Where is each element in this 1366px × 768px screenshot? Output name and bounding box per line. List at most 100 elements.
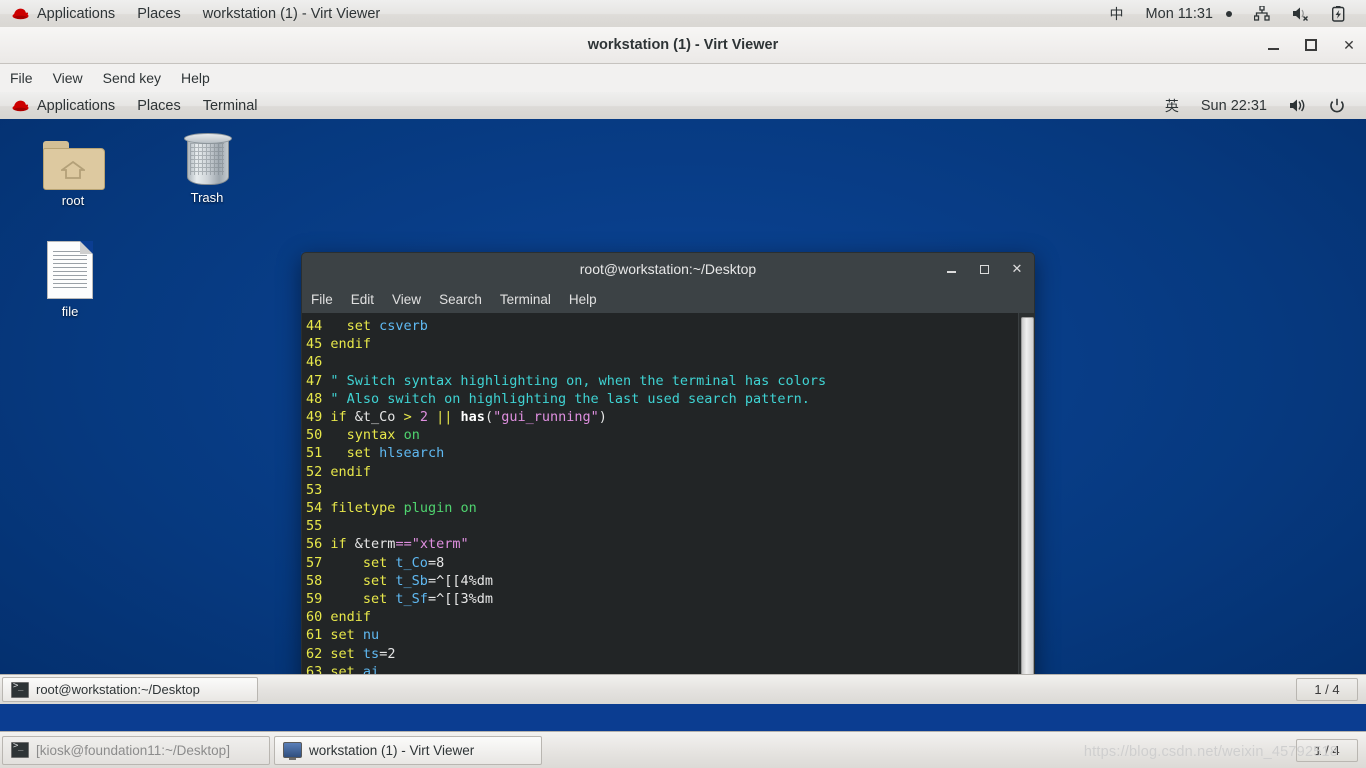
vim-token: =8: [427, 554, 445, 571]
virt-viewer-titlebar[interactable]: workstation (1) - Virt Viewer ✕: [0, 27, 1366, 64]
vim-line-number: 57: [306, 554, 323, 571]
terminal-title: root@workstation:~/Desktop: [579, 261, 757, 277]
vim-token: ==: [395, 536, 412, 553]
guest-clock[interactable]: Sun 22:31: [1190, 92, 1278, 119]
vim-line-number: 59: [306, 591, 323, 608]
vim-token: set: [362, 591, 396, 608]
host-taskbar-item-kiosk-terminal[interactable]: [kiosk@foundation11:~/Desktop]: [2, 735, 270, 765]
menu-help[interactable]: Help: [171, 64, 220, 92]
vim-line: 54 filetype plugin on: [306, 499, 1018, 517]
host-window-title[interactable]: workstation (1) - Virt Viewer: [192, 0, 392, 27]
vim-token: set: [346, 318, 380, 334]
notification-dot-icon: [1226, 10, 1232, 17]
host-input-method[interactable]: 中: [1099, 0, 1135, 27]
terminal-close-button[interactable]: ✕: [1010, 261, 1024, 276]
vim-line-number: 58: [306, 572, 323, 589]
terminal-titlebar[interactable]: root@workstation:~/Desktop ✕: [301, 252, 1035, 285]
host-places-menu[interactable]: Places: [126, 0, 192, 27]
terminal-window-buttons: ✕: [944, 253, 1024, 285]
terminal-menu-search[interactable]: Search: [430, 285, 491, 313]
vim-line: 46: [306, 353, 1018, 371]
vim-line: 59 set t_Sf=^[[3%dm: [306, 590, 1018, 608]
terminal-window: root@workstation:~/Desktop ✕ File Edit V…: [301, 252, 1035, 704]
vim-line-number: 55: [306, 518, 323, 535]
vim-token: &t_Co: [346, 409, 404, 426]
terminal-menu-help[interactable]: Help: [560, 285, 606, 313]
close-button[interactable]: ✕: [1340, 36, 1358, 54]
vim-token: ||: [436, 409, 453, 426]
vim-token: set: [330, 645, 363, 662]
terminal-menu-file[interactable]: File: [302, 285, 342, 313]
host-top-panel: Applications Places workstation (1) - Vi…: [0, 0, 1366, 28]
vim-line: 45 endif: [306, 335, 1018, 353]
terminal-menu-terminal[interactable]: Terminal: [491, 285, 560, 313]
desktop-icon-root[interactable]: root: [18, 124, 128, 208]
menu-send-key[interactable]: Send key: [93, 64, 171, 92]
vim-line: 60 endif: [306, 608, 1018, 626]
terminal-minimize-button[interactable]: [944, 262, 958, 276]
guest-input-method[interactable]: 英: [1154, 92, 1190, 119]
vim-token: =^[[4%dm: [427, 572, 493, 589]
desktop-icon-trash[interactable]: Trash: [152, 121, 262, 205]
host-battery-icon[interactable]: [1321, 0, 1356, 27]
vim-token: t_Sb: [395, 572, 428, 589]
terminal-menu-edit[interactable]: Edit: [342, 285, 383, 313]
host-applications-menu[interactable]: Applications: [0, 0, 126, 27]
guest-places-menu[interactable]: Places: [126, 92, 192, 119]
host-taskbar-item-virt-viewer[interactable]: workstation (1) - Virt Viewer: [274, 735, 542, 765]
vim-token: endif: [330, 463, 372, 480]
menu-view[interactable]: View: [43, 64, 93, 92]
vim-token: plugin on: [403, 500, 477, 517]
vim-token: t_Co: [395, 554, 428, 571]
vim-line: 56 if &term=="xterm": [306, 535, 1018, 553]
desktop-icon-label: root: [61, 193, 85, 208]
host-network-icon[interactable]: [1243, 0, 1281, 27]
host-workspace-indicator[interactable]: 1 / 4: [1296, 738, 1358, 762]
guest-workspace-indicator[interactable]: 1 / 4: [1296, 678, 1358, 701]
terminal-scrollbar[interactable]: [1018, 313, 1034, 704]
terminal-icon: [11, 681, 29, 698]
vim-token: [452, 409, 460, 425]
guest-applications-menu[interactable]: Applications: [0, 92, 126, 119]
vim-line-number: 56: [306, 536, 323, 553]
host-clock[interactable]: Mon 11:31: [1135, 0, 1243, 27]
terminal-maximize-button[interactable]: [977, 262, 991, 276]
vim-line: 57 set t_Co=8: [306, 554, 1018, 572]
vim-line-number: 60: [306, 609, 323, 626]
host-clock-label: Mon 11:31: [1145, 5, 1213, 22]
terminal-icon: [11, 741, 29, 758]
guest-taskbar-item-terminal[interactable]: root@workstation:~/Desktop: [2, 677, 258, 702]
guest-places-label: Places: [137, 97, 181, 114]
guest-volume-icon[interactable]: [1278, 92, 1318, 119]
minimize-button[interactable]: [1264, 36, 1282, 54]
virt-viewer-menubar: File View Send key Help: [0, 64, 1366, 93]
guest-wallpaper[interactable]: root Trash file root@workstation:~/Deskt…: [0, 119, 1366, 704]
vim-line-number: 52: [306, 463, 323, 480]
host-volume-muted-icon[interactable]: [1281, 0, 1321, 27]
terminal-menu-view[interactable]: View: [383, 285, 430, 313]
guest-taskbar-item-label: root@workstation:~/Desktop: [36, 682, 200, 697]
vim-line-number: 53: [306, 481, 323, 498]
guest-applications-label: Applications: [37, 97, 116, 114]
vim-token: t_Sf: [395, 591, 428, 608]
vim-line: 49 if &t_Co > 2 || has("gui_running"): [306, 408, 1018, 426]
vim-token: &term: [346, 536, 396, 553]
vim-token: [395, 427, 403, 443]
desktop-icon-file[interactable]: file: [15, 239, 125, 319]
vim-line-number: 51: [306, 445, 323, 462]
guest-terminal-menu[interactable]: Terminal: [192, 92, 269, 119]
vim-buffer[interactable]: 44 set csverb 45 endif 46 47 " Switch synta…: [302, 313, 1018, 704]
vim-token: endif: [330, 336, 372, 353]
host-window-title-label: workstation (1) - Virt Viewer: [202, 5, 381, 22]
maximize-button[interactable]: [1302, 36, 1320, 54]
vim-line: 52 endif: [306, 463, 1018, 481]
guest-power-icon[interactable]: [1318, 92, 1356, 119]
guest-top-panel: Applications Places Terminal 英 Sun 22:31: [0, 92, 1366, 120]
terminal-menubar: File Edit View Search Terminal Help: [301, 285, 1035, 313]
vim-token: [322, 318, 346, 334]
terminal-scrollbar-thumb[interactable]: [1021, 317, 1034, 704]
vim-token: [322, 427, 346, 443]
menu-file[interactable]: File: [0, 64, 43, 92]
host-places-label: Places: [137, 5, 181, 22]
terminal-body[interactable]: 44 set csverb 45 endif 46 47 " Switch synta…: [301, 313, 1035, 704]
